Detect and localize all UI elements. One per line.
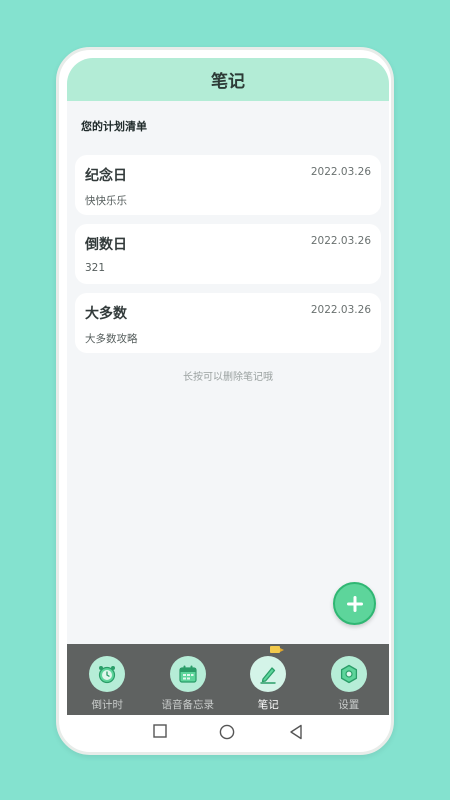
note-content: 大多数攻略 (85, 333, 138, 345)
note-content: 321 (85, 262, 106, 274)
tab-label: 设置 (338, 699, 360, 711)
note-title: 纪念日 (85, 168, 127, 184)
app-screen: 笔记 您的计划清单 纪念日 2022.03.26 快快乐乐 倒数日 2022.0… (67, 58, 389, 715)
tab-label: 语音备忘录 (161, 699, 215, 711)
section-title: 您的计划清单 (81, 120, 147, 133)
note-card[interactable]: 大多数 2022.03.26 大多数攻略 (75, 293, 381, 353)
title-bar: 笔记 (67, 58, 389, 101)
circle-icon[interactable] (219, 724, 235, 740)
tab-icon-circle (169, 656, 206, 692)
tab-countdown[interactable]: 倒计时 (67, 644, 148, 715)
tab-label: 倒计时 (91, 699, 124, 711)
tab-voice-memo[interactable]: 语音备忘录 (148, 644, 229, 715)
flag-icon (270, 646, 285, 653)
note-card[interactable]: 纪念日 2022.03.26 快快乐乐 (75, 155, 381, 215)
add-note-button[interactable] (333, 582, 376, 625)
tab-icon-circle (89, 656, 126, 692)
note-content: 快快乐乐 (85, 195, 127, 207)
plus-icon (346, 595, 363, 612)
tab-notes[interactable]: 笔记 (228, 644, 309, 715)
delete-hint: 长按可以删除笔记哦 (183, 372, 273, 383)
bottom-tab-bar: 倒计时 语音备忘录 笔记 设置 (67, 644, 389, 715)
tab-settings[interactable]: 设置 (309, 644, 390, 715)
tab-label: 笔记 (257, 699, 279, 711)
note-card[interactable]: 倒数日 2022.03.26 321 (75, 224, 381, 284)
page-title: 笔记 (211, 72, 245, 92)
phone-frame: 笔记 您的计划清单 纪念日 2022.03.26 快快乐乐 倒数日 2022.0… (56, 47, 394, 755)
system-nav-bar (67, 715, 389, 749)
pen-icon (260, 667, 276, 684)
square-icon[interactable] (153, 724, 167, 738)
gear-icon (340, 664, 357, 684)
note-date: 2022.03.26 (310, 235, 371, 247)
alarm-clock-icon (99, 666, 116, 684)
note-date: 2022.03.26 (310, 166, 371, 178)
tab-icon-circle (330, 656, 367, 692)
note-date: 2022.03.26 (310, 304, 371, 316)
triangle-back-icon[interactable] (289, 724, 303, 740)
note-title: 大多数 (85, 306, 127, 322)
calendar-icon (179, 665, 197, 683)
tab-icon-circle (250, 656, 287, 692)
note-title: 倒数日 (85, 237, 127, 253)
